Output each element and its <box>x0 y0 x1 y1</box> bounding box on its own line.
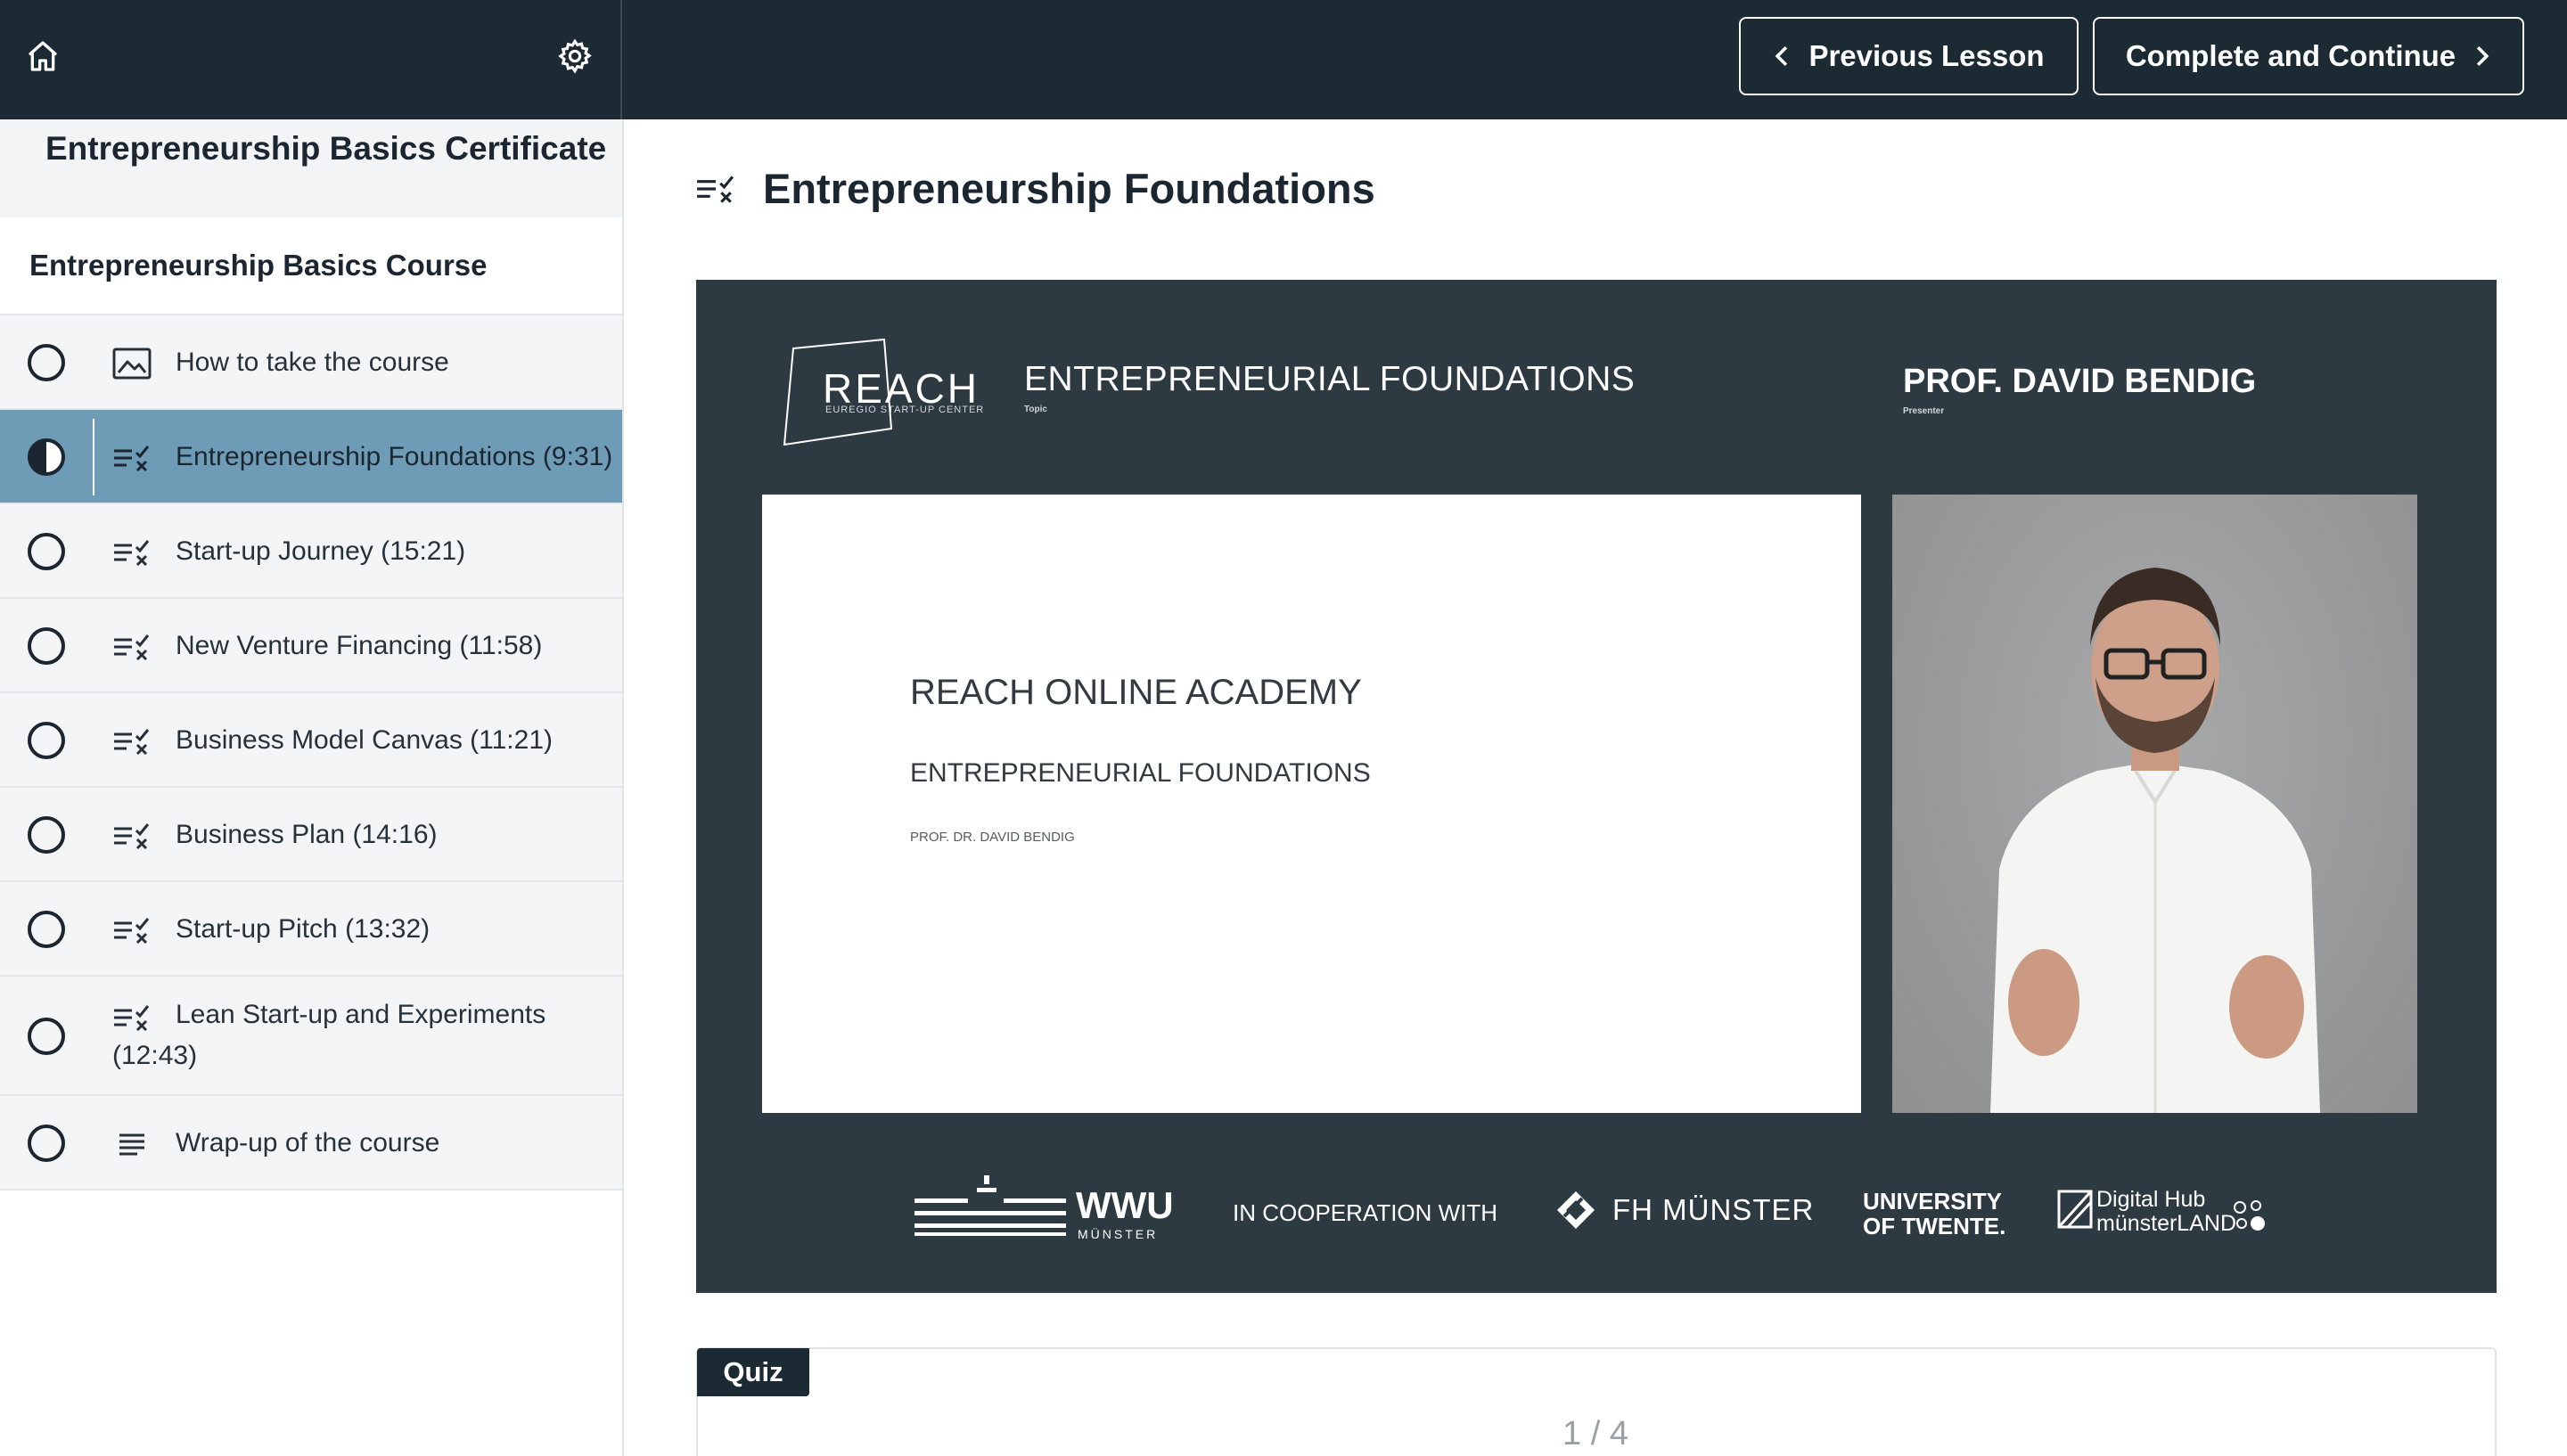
lesson-item-entrepreneurship-foundations[interactable]: Entrepreneurship Foundations (9:31) <box>0 410 622 504</box>
lesson-title: Wrap-up of the course <box>176 1128 440 1157</box>
certificate-title: Entrepreneurship Basics Certificate <box>0 119 622 217</box>
complete-continue-button[interactable]: Complete and Continue <box>2093 17 2524 95</box>
lesson-title: New Venture Financing (11:58) <box>176 631 543 660</box>
quiz-icon <box>114 729 150 756</box>
reach-logo-subtext: EUREGIO START-UP CENTER <box>825 405 985 415</box>
lesson-status-circle <box>28 722 65 759</box>
quiz-icon <box>114 540 150 567</box>
digital-hub-dots-icon <box>2234 1200 2265 1231</box>
quiz-icon <box>114 446 150 472</box>
lesson-status-circle <box>28 911 65 948</box>
slide-author: PROF. DR. DAVID BENDIG <box>910 830 1075 845</box>
lesson-title: Entrepreneurship Foundations (9:31) <box>176 442 613 471</box>
lesson-title: Start-up Journey (15:21) <box>176 536 466 566</box>
previous-lesson-button[interactable]: Previous Lesson <box>1739 17 2079 95</box>
complete-continue-label: Complete and Continue <box>2125 39 2456 72</box>
image-icon <box>112 348 152 380</box>
lesson-item-new-venture-financing[interactable]: New Venture Financing (11:58) <box>0 599 622 693</box>
lesson-status-circle <box>28 344 65 381</box>
slide-title: REACH ONLINE ACADEMY <box>910 673 1362 712</box>
home-button[interactable] <box>11 24 75 88</box>
lesson-item-how-to-take[interactable]: How to take the course <box>0 315 622 410</box>
quiz-label: Quiz <box>697 1348 809 1396</box>
lesson-status-half-icon <box>28 438 65 476</box>
lesson-item-business-model-canvas[interactable]: Business Model Canvas (11:21) <box>0 693 622 788</box>
digital-hub-logo-icon <box>2057 1190 2093 1229</box>
quiz-icon <box>697 175 734 203</box>
video-topic-label: Topic <box>1024 405 1047 414</box>
lesson-status-circle <box>28 627 65 665</box>
lesson-status-circle <box>28 533 65 570</box>
lesson-heading: Entrepreneurship Foundations <box>695 164 1375 213</box>
cooperation-label: IN COOPERATION WITH <box>1233 1199 1498 1226</box>
lesson-title: Start-up Pitch (13:32) <box>176 914 431 944</box>
partner-wwu-sub: MÜNSTER <box>1078 1227 1159 1241</box>
text-lines-icon <box>119 1133 144 1156</box>
partner-ut-line1: UNIVERSITY <box>1863 1188 2003 1215</box>
lesson-item-lean-startup[interactable]: Lean Start-up and Experiments (12:43) <box>0 977 622 1096</box>
video-slide: REACH ONLINE ACADEMY ENTREPRENEURIAL FOU… <box>762 495 1861 1113</box>
video-topic: ENTREPRENEURIAL FOUNDATIONS <box>1024 360 1636 398</box>
top-bar: Previous Lesson Complete and Continue <box>0 0 2567 119</box>
presenter-figure <box>1990 568 2320 1113</box>
lesson-title: Lean Start-up and Experiments (12:43) <box>112 1000 546 1070</box>
chevron-right-icon <box>2477 45 2489 67</box>
lesson-item-startup-pitch[interactable]: Start-up Pitch (13:32) <box>0 882 622 977</box>
partner-wwu: WWU <box>1076 1184 1174 1226</box>
sidebar-header <box>0 0 622 119</box>
fh-muenster-logo-icon <box>1557 1191 1595 1229</box>
course-section-title: Entrepreneurship Basics Course <box>0 217 622 315</box>
lesson-item-business-plan[interactable]: Business Plan (14:16) <box>0 788 622 882</box>
lesson-title-heading: Entrepreneurship Foundations <box>763 165 1375 212</box>
video-presenter: PROF. DAVID BENDIG <box>1903 363 2257 400</box>
video-presenter-label: Presenter <box>1903 406 1945 416</box>
partner-logos: WWU MÜNSTER IN COOPERATION WITH FH MÜNST… <box>696 1149 2497 1264</box>
lesson-item-startup-journey[interactable]: Start-up Journey (15:21) <box>0 504 622 599</box>
quiz-icon <box>114 634 150 661</box>
partner-dh-line1: Digital Hub <box>2096 1187 2206 1212</box>
active-divider <box>93 419 94 495</box>
partner-dh-line2: münsterLAND <box>2096 1211 2236 1236</box>
lesson-status-circle <box>28 816 65 854</box>
course-sidebar: Entrepreneurship Basics Certificate Entr… <box>0 119 624 1456</box>
previous-lesson-label: Previous Lesson <box>1808 39 2045 72</box>
settings-button[interactable] <box>543 24 607 88</box>
lesson-title: How to take the course <box>176 348 449 377</box>
slide-subtitle: ENTREPRENEURIAL FOUNDATIONS <box>910 758 1371 788</box>
partner-digital-hub: Digital Hub münsterLAND <box>2096 1188 2236 1236</box>
partner-university-twente: UNIVERSITY OF TWENTE. <box>1863 1189 2005 1239</box>
gear-icon <box>558 38 592 74</box>
presenter-video-feed <box>1892 495 2417 1113</box>
lesson-video-player[interactable]: REACH EUREGIO START-UP CENTER ENTREPRENE… <box>696 280 2497 1293</box>
lesson-status-circle <box>28 1018 65 1055</box>
partner-ut-line2: OF TWENTE. <box>1863 1213 2006 1239</box>
partner-fh-muenster: FH MÜNSTER <box>1612 1193 1815 1226</box>
lesson-item-wrap-up[interactable]: Wrap-up of the course <box>0 1096 622 1190</box>
chevron-left-icon <box>1776 45 1788 67</box>
quiz-icon <box>114 823 150 850</box>
lesson-title: Business Plan (14:16) <box>176 820 438 849</box>
lesson-title: Business Model Canvas (11:21) <box>176 725 553 755</box>
lesson-status-circle <box>28 1125 65 1162</box>
home-icon <box>28 41 58 71</box>
quiz-progress: 1 / 4 <box>1562 1415 1628 1452</box>
wwu-logo-icon <box>914 1175 1066 1236</box>
quiz-icon <box>114 918 150 945</box>
